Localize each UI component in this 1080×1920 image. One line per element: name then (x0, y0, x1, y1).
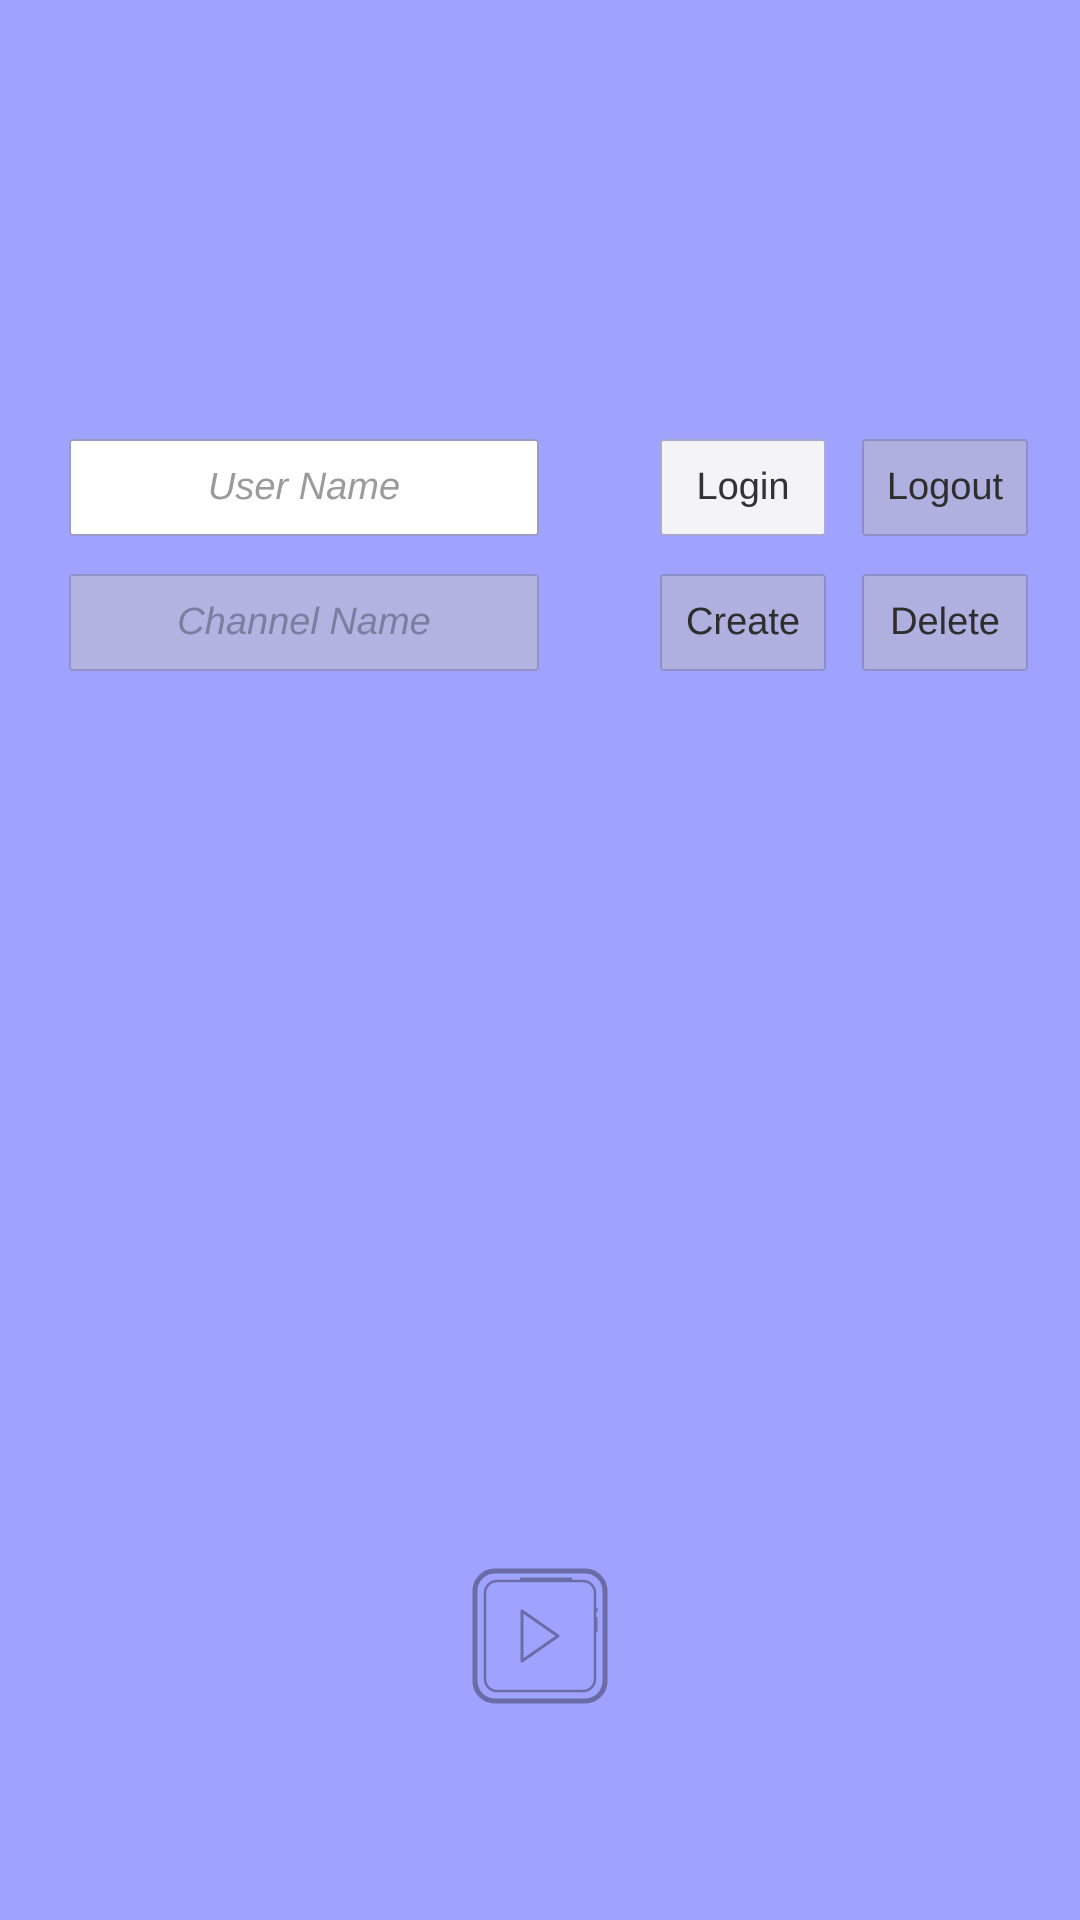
username-input[interactable] (69, 439, 539, 536)
login-button[interactable]: Login (660, 439, 826, 536)
channel-name-input[interactable] (69, 574, 539, 671)
delete-channel-button[interactable]: Delete (862, 574, 1028, 671)
play-icon[interactable] (472, 1568, 608, 1704)
app-screen: Login Logout Create Delete (0, 0, 1080, 1920)
create-channel-button[interactable]: Create (660, 574, 826, 671)
logout-button[interactable]: Logout (862, 439, 1028, 536)
